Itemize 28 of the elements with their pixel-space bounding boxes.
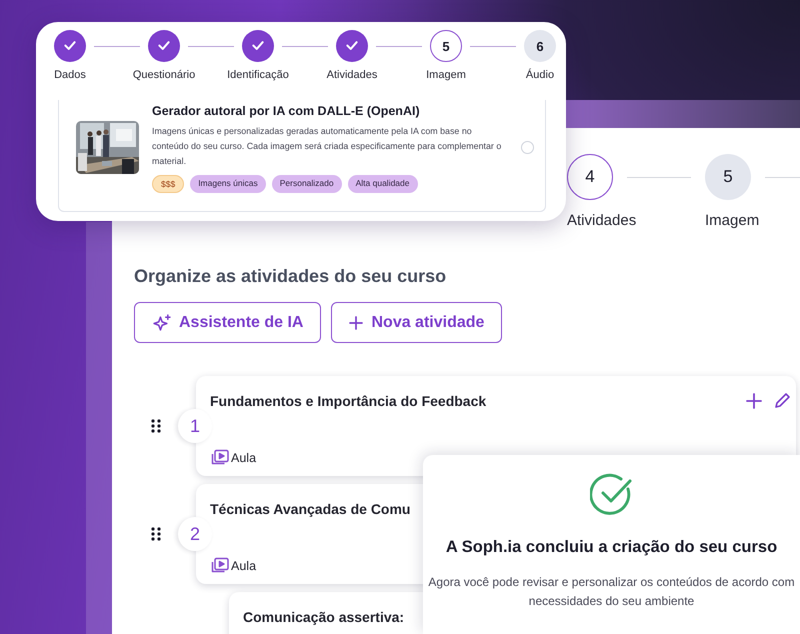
success-message: Agora você pode revisar e personalizar os conteúdos de acordo com necessidades do seu ambiente: [427, 574, 796, 610]
success-title: A Soph.ia concluiu a criação do seu curso: [446, 538, 778, 557]
step-label: Imagem: [426, 69, 466, 81]
option-description: Imagens únicas e personalizadas geradas automaticamente pela IA com base no conteúdo do seu curso. Cada imagem será criada especificamente para complementar o material.: [152, 125, 502, 168]
step-label: Áudio: [526, 69, 554, 81]
activity-number: 2: [178, 517, 212, 551]
step-label: Atividades: [567, 212, 636, 229]
step-label: Atividades: [326, 69, 378, 81]
step-label: Identificação: [227, 69, 289, 81]
step-number: 5: [430, 30, 462, 62]
step-number: 4: [567, 154, 613, 200]
price-tag: $$$: [152, 175, 184, 193]
step-label: Dados: [54, 69, 86, 81]
activity-type: Aula: [231, 450, 256, 464]
step-label: Imagem: [705, 212, 760, 229]
feature-tag: Alta qualidade: [348, 175, 418, 193]
activity-title: Fundamentos e Importância do Feedback: [210, 393, 486, 409]
activity-title: Comunicação assertiva:: [243, 609, 404, 625]
activity-type: Aula: [231, 558, 256, 572]
activity-number: 1: [178, 409, 212, 443]
option-title: Gerador autoral por IA com DALL-E (OpenAI): [152, 104, 421, 118]
step-number: 5: [705, 154, 751, 200]
feature-tag: Imagens únicas: [190, 175, 266, 193]
activity-title: Técnicas Avançadas de Comu: [210, 501, 410, 517]
feature-tag: Personalizado: [272, 175, 342, 193]
section-heading: Organize as atividades do seu curso: [134, 266, 448, 287]
step-label: Questionário: [132, 69, 196, 81]
step-number: 6: [524, 30, 556, 62]
